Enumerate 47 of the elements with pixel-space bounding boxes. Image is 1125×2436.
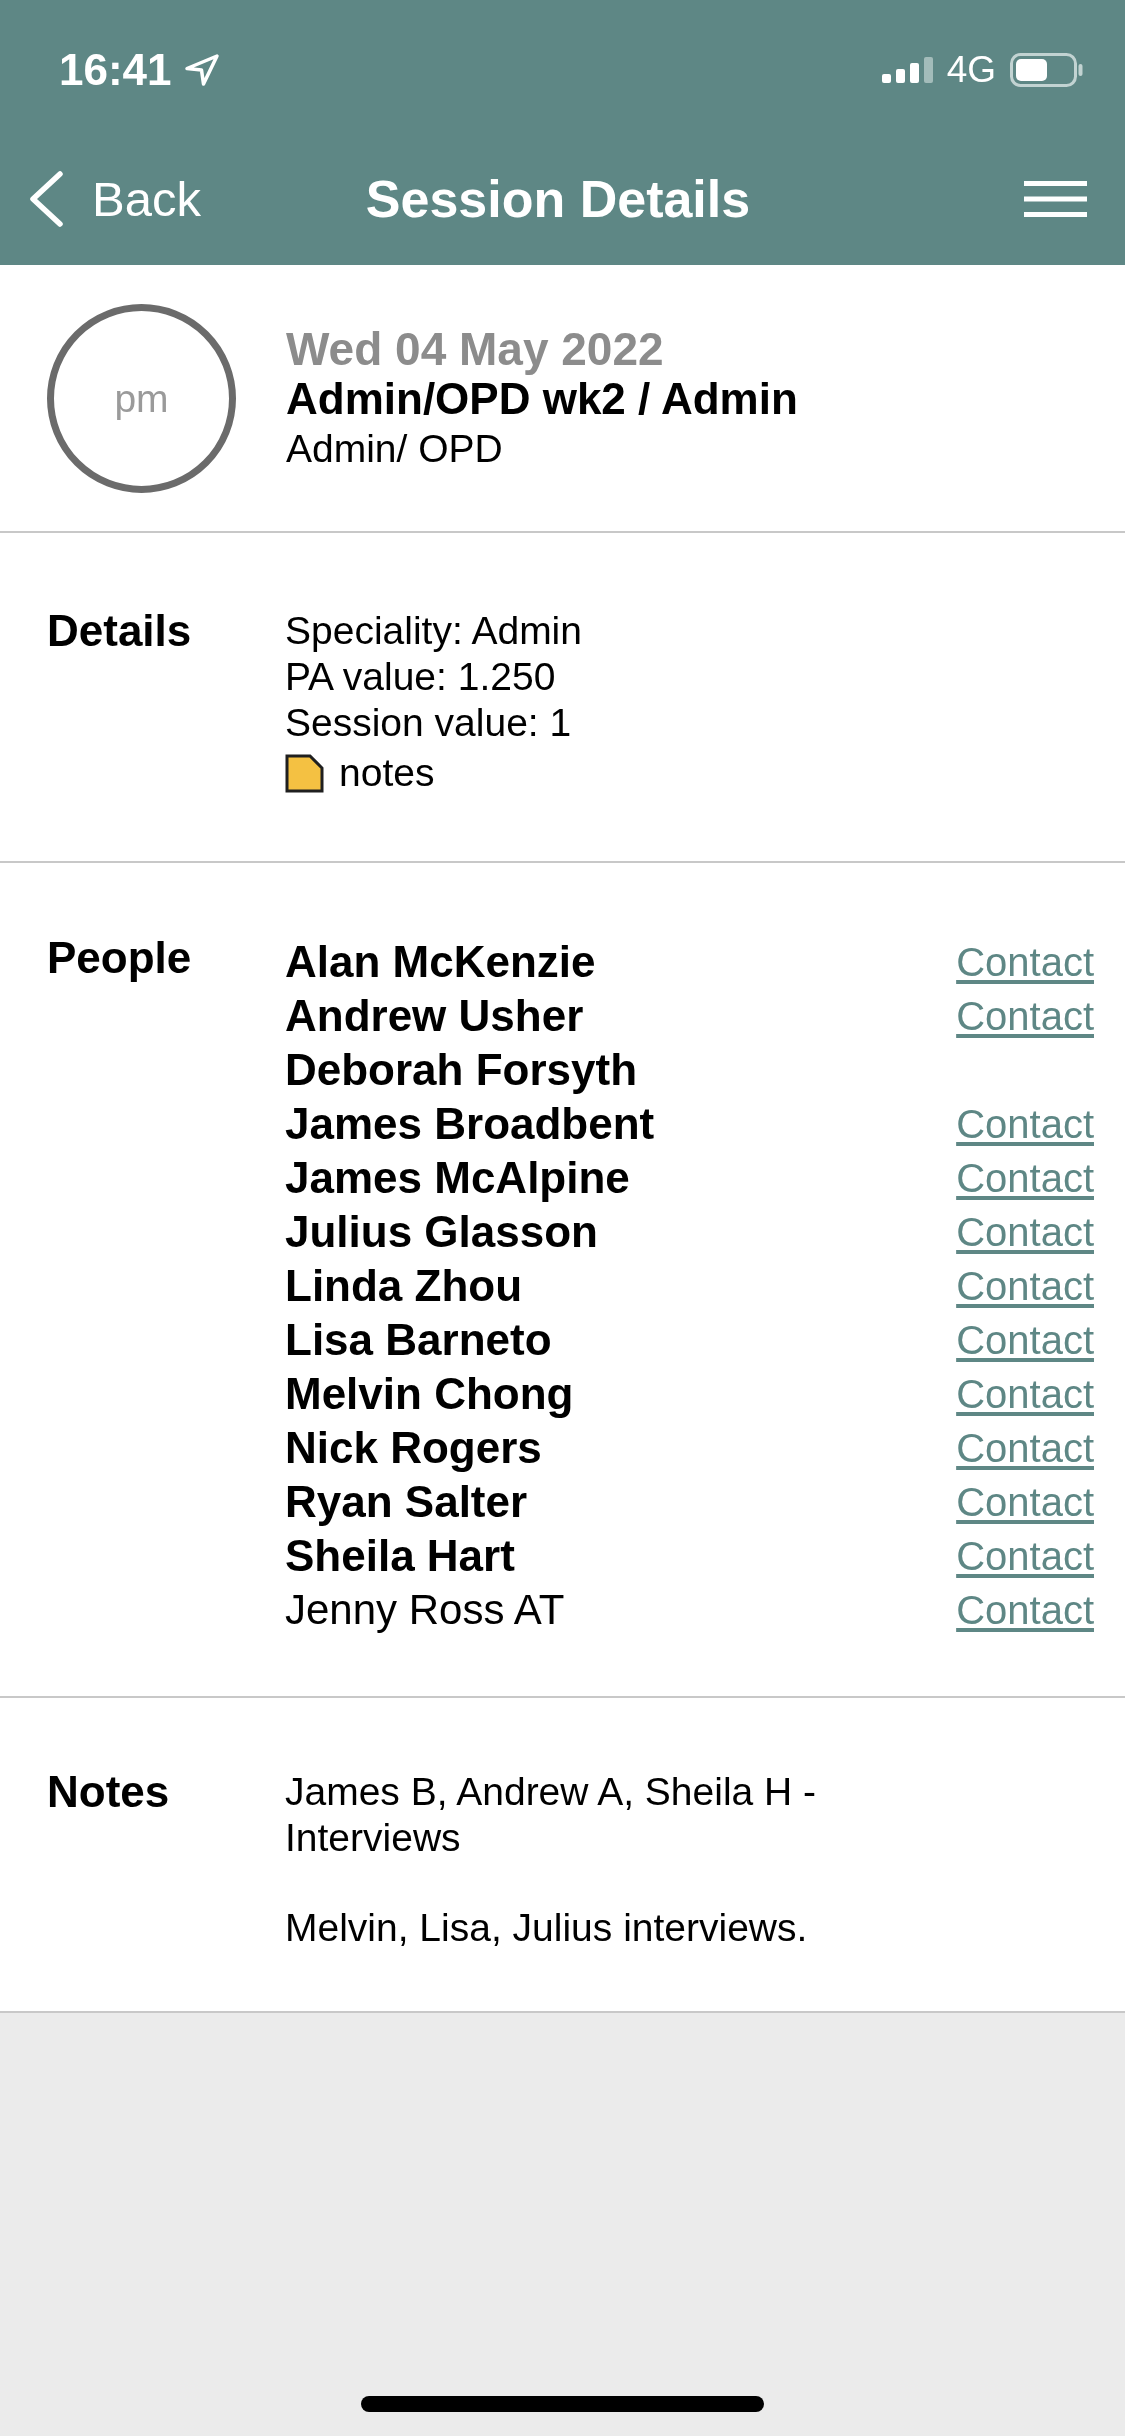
note-text: James B, Andrew A, Sheila H - Interviews <box>285 1769 818 1861</box>
network-type: 4G <box>946 50 996 90</box>
contact-link[interactable]: Contact <box>956 1586 1094 1634</box>
period-indicator: pm <box>47 304 236 493</box>
section-heading: Details <box>47 608 192 654</box>
battery-icon <box>1010 53 1083 87</box>
contact-link[interactable]: Contact <box>956 992 1094 1040</box>
contact-link[interactable]: Contact <box>956 1424 1094 1472</box>
signal-icon <box>881 57 933 83</box>
person-name: Julius Glasson <box>285 1207 598 1257</box>
menu-icon[interactable] <box>1024 180 1087 217</box>
person-name: Ryan Salter <box>285 1477 528 1527</box>
note-text: Melvin, Lisa, Julius interviews. <box>285 1905 808 1951</box>
location-arrow-icon <box>183 53 220 87</box>
contact-link[interactable]: Contact <box>956 1154 1094 1202</box>
person-name: Sheila Hart <box>285 1531 515 1581</box>
person-name: Linda Zhou <box>285 1261 523 1311</box>
contact-link[interactable]: Contact <box>956 1316 1094 1364</box>
person-name: Melvin Chong <box>285 1369 574 1419</box>
contact-link[interactable]: Contact <box>956 1262 1094 1310</box>
session-date: Wed 04 May 2022 <box>286 323 665 374</box>
detail-text: PA value: 1.250 <box>285 654 556 700</box>
chevron-left-icon <box>29 170 63 227</box>
person-name: Jenny Ross AT <box>285 1585 565 1635</box>
person-name: Nick Rogers <box>285 1423 542 1473</box>
section-heading: Notes <box>47 1769 170 1815</box>
notes-link[interactable]: notes <box>285 746 435 800</box>
screen-title: Session Details <box>365 168 751 229</box>
section-heading: People <box>47 935 192 981</box>
contact-link[interactable]: Contact <box>956 1370 1094 1418</box>
back-button[interactable]: Back <box>29 170 201 227</box>
person-name: James Broadbent <box>285 1099 655 1149</box>
person-name: Deborah Forsyth <box>285 1045 638 1095</box>
detail-text: Session value: 1 <box>285 700 572 746</box>
session-subtitle: Admin/ OPD <box>286 425 504 472</box>
person-name: James McAlpine <box>285 1153 630 1203</box>
contact-link[interactable]: Contact <box>956 1208 1094 1256</box>
person-name: Andrew Usher <box>285 991 584 1041</box>
contact-link[interactable]: Contact <box>956 1100 1094 1148</box>
person-name: Alan McKenzie <box>285 937 596 987</box>
status-time: 16:41 <box>59 45 172 95</box>
document-icon <box>285 753 324 793</box>
detail-text: Speciality: Admin <box>285 608 582 654</box>
contact-link[interactable]: Contact <box>956 1532 1094 1580</box>
contact-link[interactable]: Contact <box>956 1478 1094 1526</box>
person-name: Lisa Barneto <box>285 1315 552 1365</box>
contact-link[interactable]: Contact <box>956 938 1094 986</box>
